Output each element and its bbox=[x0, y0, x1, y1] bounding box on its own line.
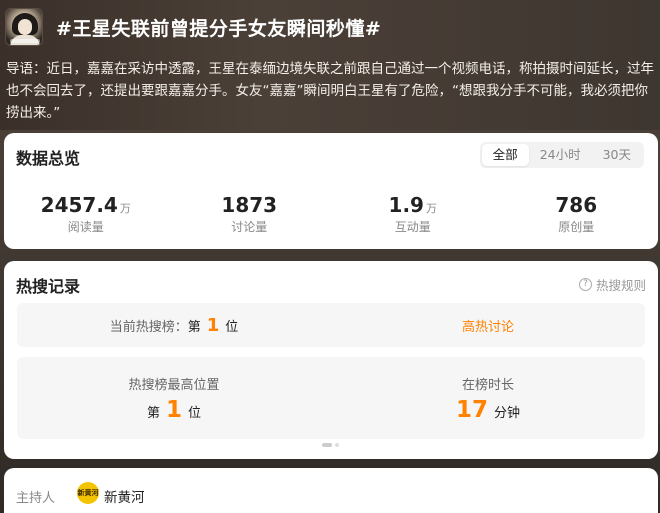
duration-unit: 分钟 bbox=[494, 406, 521, 421]
topic-intro: 导语：近日，嘉嘉在采访中透露，王星在泰缅边境失联之前跟自己通过一个视频电话，称拍… bbox=[6, 61, 654, 121]
stat-label: 阅读量 bbox=[67, 220, 104, 234]
stat-label: 原创量 bbox=[558, 220, 595, 234]
current-rank-prefix: 第 bbox=[187, 319, 201, 335]
stat-value: 2457.4 bbox=[40, 193, 118, 217]
hot-title: 热搜记录 bbox=[16, 277, 81, 296]
stat-value: 1.9 bbox=[388, 193, 424, 217]
stat-value: 786 bbox=[555, 193, 598, 217]
stat-label: 讨论量 bbox=[231, 220, 268, 234]
stat-value: 1873 bbox=[221, 193, 278, 217]
host-logo-text: 新黄河 bbox=[77, 489, 99, 497]
host-label: 主持人 bbox=[16, 491, 56, 506]
current-rank-label: 当前热搜榜： bbox=[109, 319, 188, 335]
host-logo[interactable]: 新黄河 bbox=[77, 482, 99, 504]
carousel-dot[interactable] bbox=[335, 443, 339, 447]
stat-interactions: 1.9 万 互动量 bbox=[331, 193, 495, 235]
best-rank-value: 1 bbox=[165, 397, 182, 423]
stats-row: 2457.4 万 阅读量 1873 讨论量 1.9 万 互动量 786 原创量 bbox=[4, 193, 658, 235]
tab-all[interactable]: 全部 bbox=[481, 144, 529, 166]
duration-value: 17 bbox=[455, 397, 488, 423]
on-list-duration: 在榜时长 17 分钟 bbox=[331, 357, 645, 439]
rank-detail-box: 热搜榜最高位置 第 1 位 在榜时长 17 分钟 bbox=[17, 357, 645, 439]
tab-30d[interactable]: 30天 bbox=[592, 144, 642, 166]
hot-rule-link[interactable]: ? 热搜规则 bbox=[578, 275, 646, 294]
data-overview-card: 数据总览 全部 24小时 30天 2457.4 万 阅读量 1873 讨论量 1.… bbox=[4, 133, 658, 249]
stat-label: 互动量 bbox=[394, 220, 431, 234]
hot-rule-label: 热搜规则 bbox=[595, 278, 646, 293]
host-card: 主持人 新黄河 新黄河 bbox=[4, 468, 658, 513]
best-rank: 热搜榜最高位置 第 1 位 bbox=[17, 357, 331, 439]
tab-24h[interactable]: 24小时 bbox=[529, 144, 592, 166]
topic-avatar[interactable] bbox=[5, 8, 43, 46]
carousel-indicator[interactable] bbox=[322, 443, 339, 447]
hot-search-card: 热搜记录 ? 热搜规则 当前热搜榜： 第 1 位 高热讨论 热搜榜最高位置 第 … bbox=[4, 261, 658, 459]
topic-header: #王星失联前曾提分手女友瞬间秒懂# 导语：近日，嘉嘉在采访中透露，王星在泰缅边境… bbox=[0, 0, 660, 130]
overview-title: 数据总览 bbox=[16, 149, 81, 168]
topic-title: #王星失联前曾提分手女友瞬间秒懂# bbox=[56, 18, 382, 40]
best-rank-suffix: 位 bbox=[188, 406, 202, 421]
best-rank-prefix: 第 bbox=[146, 406, 160, 421]
hot-discussion-tag: 高热讨论 bbox=[461, 319, 514, 335]
stat-discussions: 1873 讨论量 bbox=[168, 193, 332, 235]
stat-unit: 万 bbox=[425, 202, 437, 215]
stat-originals: 786 原创量 bbox=[495, 193, 659, 235]
time-range-tabs: 全部 24小时 30天 bbox=[479, 142, 644, 168]
question-icon: ? bbox=[578, 278, 592, 291]
stat-unit: 万 bbox=[119, 202, 131, 215]
duration-label: 在榜时长 bbox=[461, 378, 514, 393]
current-rank-suffix: 位 bbox=[225, 319, 239, 335]
host-name[interactable]: 新黄河 bbox=[104, 486, 145, 506]
best-rank-label: 热搜榜最高位置 bbox=[128, 378, 220, 393]
stat-reads: 2457.4 万 阅读量 bbox=[4, 193, 168, 235]
current-rank: 当前热搜榜： 第 1 位 bbox=[17, 303, 331, 347]
carousel-dot-active[interactable] bbox=[322, 443, 332, 447]
current-rank-value: 1 bbox=[206, 314, 220, 336]
current-rank-box: 当前热搜榜： 第 1 位 高热讨论 bbox=[17, 303, 645, 347]
